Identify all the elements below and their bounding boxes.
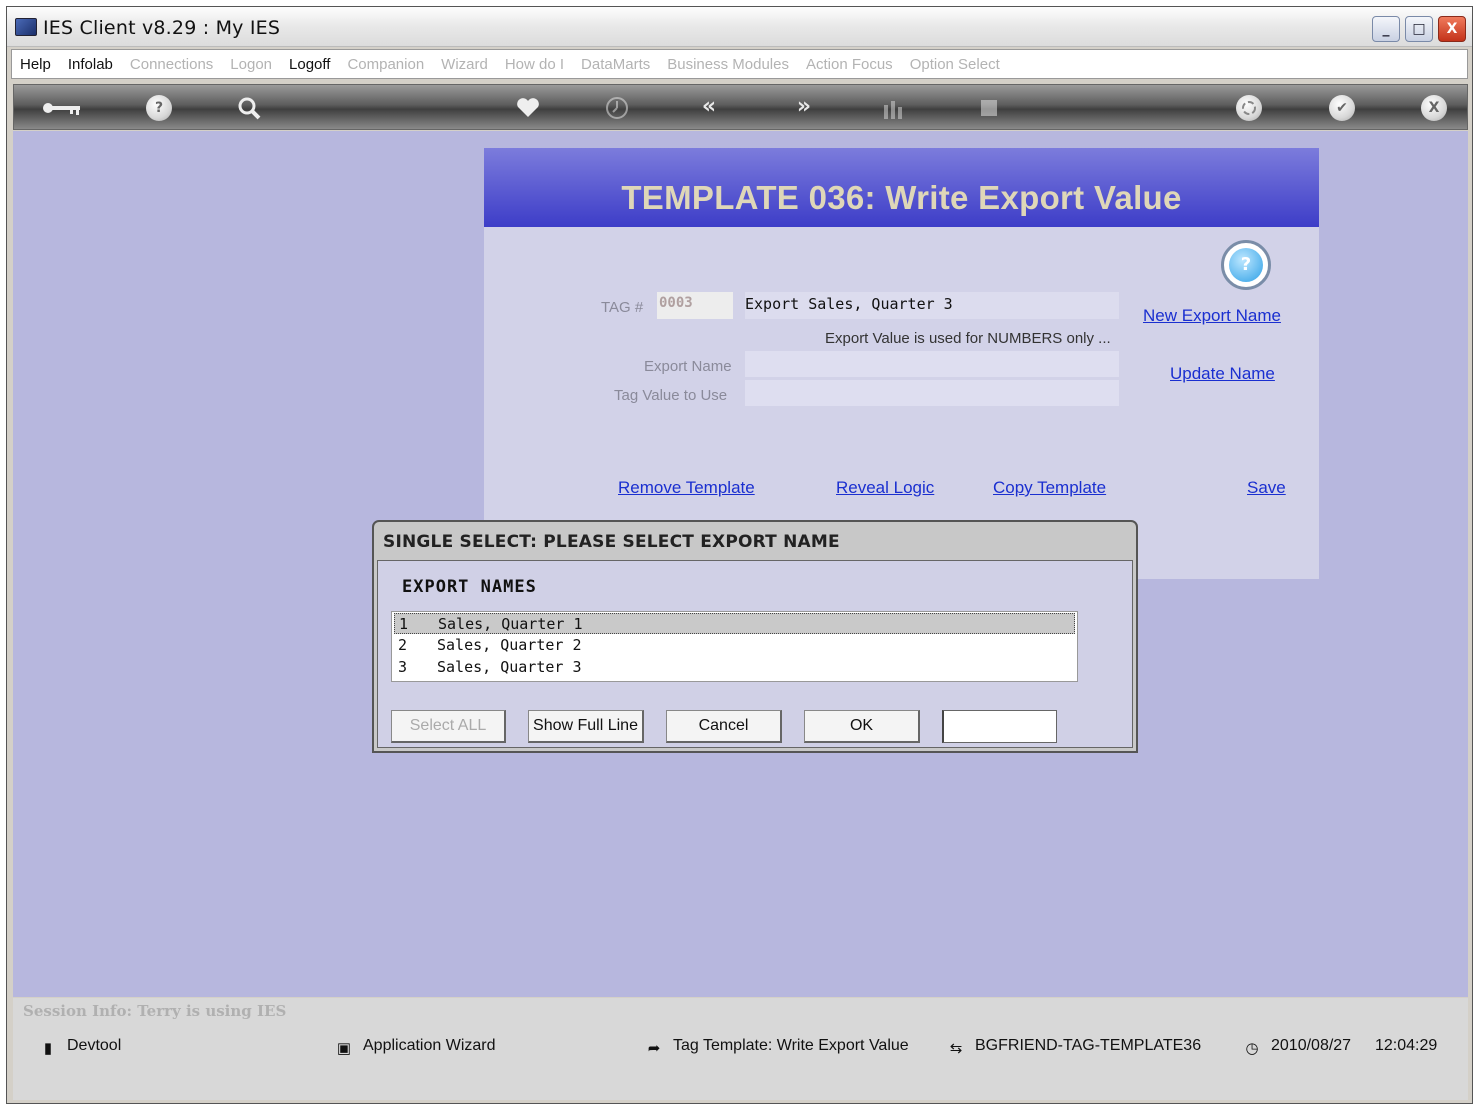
dialog-body: EXPORT NAMES 1 Sales, Quarter 1 2 Sales,…: [377, 560, 1133, 748]
stop-icon[interactable]: [976, 95, 1002, 121]
template-header: TEMPLATE 036: Write Export Value: [484, 148, 1319, 227]
export-icon: ➦: [647, 1040, 661, 1057]
heart-icon[interactable]: [515, 95, 541, 121]
menu-option-select[interactable]: Option Select: [910, 56, 1000, 73]
devtool-icon: ▮: [43, 1040, 53, 1057]
export-name-field[interactable]: [745, 351, 1119, 377]
tag-label: TAG #: [601, 299, 644, 316]
menu-logon[interactable]: Logon: [230, 56, 272, 73]
item-number: 1: [399, 615, 409, 633]
close-icon[interactable]: X: [1421, 95, 1447, 121]
minimize-button[interactable]: _: [1372, 16, 1400, 42]
menu-logoff[interactable]: Logoff: [289, 56, 330, 73]
app-window: IES Client v8.29 : My IES _ □ X Help Inf…: [6, 6, 1473, 1104]
export-names-list[interactable]: 1 Sales, Quarter 1 2 Sales, Quarter 2 3 …: [391, 611, 1078, 682]
toolbar: ? « » ✔ X: [13, 84, 1468, 130]
tag-number-field[interactable]: 0003: [657, 292, 733, 319]
status-time: 12:04:29: [1375, 1037, 1438, 1054]
menu-datamarts[interactable]: DataMarts: [581, 56, 650, 73]
app-logo-icon: [15, 18, 37, 36]
maximize-button[interactable]: □: [1405, 16, 1433, 42]
title-bar: IES Client v8.29 : My IES _ □ X: [7, 7, 1472, 47]
menu-bar: Help Infolab Connections Logon Logoff Co…: [11, 49, 1468, 79]
bars-icon[interactable]: [880, 95, 906, 121]
back-icon[interactable]: «: [696, 95, 722, 121]
app-wizard-label: Application Wizard: [363, 1037, 496, 1054]
clock-icon: ◷: [1245, 1040, 1259, 1057]
status-app-wizard[interactable]: ▣ Application Wizard: [335, 1037, 496, 1058]
list-item[interactable]: 1 Sales, Quarter 1: [394, 613, 1075, 634]
list-header: EXPORT NAMES: [402, 577, 537, 597]
item-text: Sales, Quarter 2: [437, 636, 582, 654]
cancel-button[interactable]: Cancel: [666, 710, 782, 743]
question-icon: ?: [1229, 248, 1263, 282]
menu-infolab[interactable]: Infolab: [68, 56, 113, 73]
menu-help[interactable]: Help: [20, 56, 51, 73]
close-window-button[interactable]: X: [1438, 16, 1466, 42]
status-tag-template[interactable]: ➦ Tag Template: Write Export Value: [645, 1037, 909, 1058]
recycle-icon[interactable]: [1236, 95, 1262, 121]
key-icon[interactable]: [40, 95, 84, 121]
list-item[interactable]: 2 Sales, Quarter 2: [394, 635, 1075, 656]
status-date: ◷ 2010/08/27: [1243, 1037, 1351, 1058]
export-name-label: Export Name: [644, 358, 732, 375]
help-button[interactable]: ?: [1221, 240, 1271, 290]
clock-icon[interactable]: [604, 95, 630, 121]
tag-value-label: Tag Value to Use: [614, 387, 728, 404]
menu-companion[interactable]: Companion: [347, 56, 424, 73]
window-title: IES Client v8.29 : My IES: [43, 17, 281, 39]
item-text: Sales, Quarter 3: [437, 658, 582, 676]
menu-how-do-i[interactable]: How do I: [505, 56, 564, 73]
list-item[interactable]: 3 Sales, Quarter 3: [394, 657, 1075, 678]
session-info: Session Info: Terry is using IES: [13, 998, 1468, 1024]
export-display-field: Export Sales, Quarter 3: [745, 292, 1119, 319]
forward-icon[interactable]: »: [791, 95, 817, 121]
update-name-link[interactable]: Update Name: [1170, 364, 1275, 384]
select-all-button[interactable]: Select ALL: [391, 710, 506, 743]
show-full-line-button[interactable]: Show Full Line: [528, 710, 644, 743]
status-devtool[interactable]: ▮ Devtool: [39, 1037, 121, 1058]
save-disk-icon: ▣: [336, 1040, 352, 1057]
new-export-name-link[interactable]: New Export Name: [1143, 306, 1281, 326]
copy-template-link[interactable]: Copy Template: [993, 478, 1106, 498]
numbers-only-note: Export Value is used for NUMBERS only ..…: [825, 330, 1111, 347]
template-title: TEMPLATE 036: Write Export Value: [621, 179, 1182, 216]
reveal-logic-link[interactable]: Reveal Logic: [836, 478, 934, 498]
status-server[interactable]: ⇆ BGFRIEND-TAG-TEMPLATE36: [947, 1037, 1201, 1058]
save-link[interactable]: Save: [1247, 478, 1286, 498]
template-panel: TEMPLATE 036: Write Export Value ? TAG #…: [484, 148, 1319, 579]
menu-wizard[interactable]: Wizard: [441, 56, 488, 73]
menu-business-modules[interactable]: Business Modules: [667, 56, 789, 73]
tag-template-label: Tag Template: Write Export Value: [673, 1037, 909, 1054]
dialog-input[interactable]: [942, 710, 1057, 743]
devtool-label: Devtool: [67, 1037, 122, 1054]
item-number: 3: [398, 658, 408, 676]
main-area: TEMPLATE 036: Write Export Value ? TAG #…: [13, 131, 1468, 997]
ok-button[interactable]: OK: [804, 710, 920, 743]
check-icon[interactable]: ✔: [1329, 95, 1355, 121]
server-label: BGFRIEND-TAG-TEMPLATE36: [975, 1037, 1202, 1054]
network-icon: ⇆: [949, 1040, 963, 1057]
tag-value-field[interactable]: [745, 380, 1119, 406]
item-number: 2: [398, 636, 408, 654]
search-icon[interactable]: [236, 95, 262, 121]
item-text: Sales, Quarter 1: [438, 615, 583, 633]
remove-template-link[interactable]: Remove Template: [618, 478, 755, 498]
dialog-title: SINGLE SELECT: PLEASE SELECT EXPORT NAME: [383, 532, 840, 552]
menu-connections[interactable]: Connections: [130, 56, 213, 73]
menu-action-focus[interactable]: Action Focus: [806, 56, 893, 73]
select-dialog: SINGLE SELECT: PLEASE SELECT EXPORT NAME…: [372, 520, 1138, 753]
status-bar: ▮ Devtool ▣ Application Wizard ➦ Tag Templa…: [13, 1024, 1468, 1100]
help-icon[interactable]: ?: [146, 95, 172, 121]
date-label: 2010/08/27: [1271, 1037, 1352, 1054]
